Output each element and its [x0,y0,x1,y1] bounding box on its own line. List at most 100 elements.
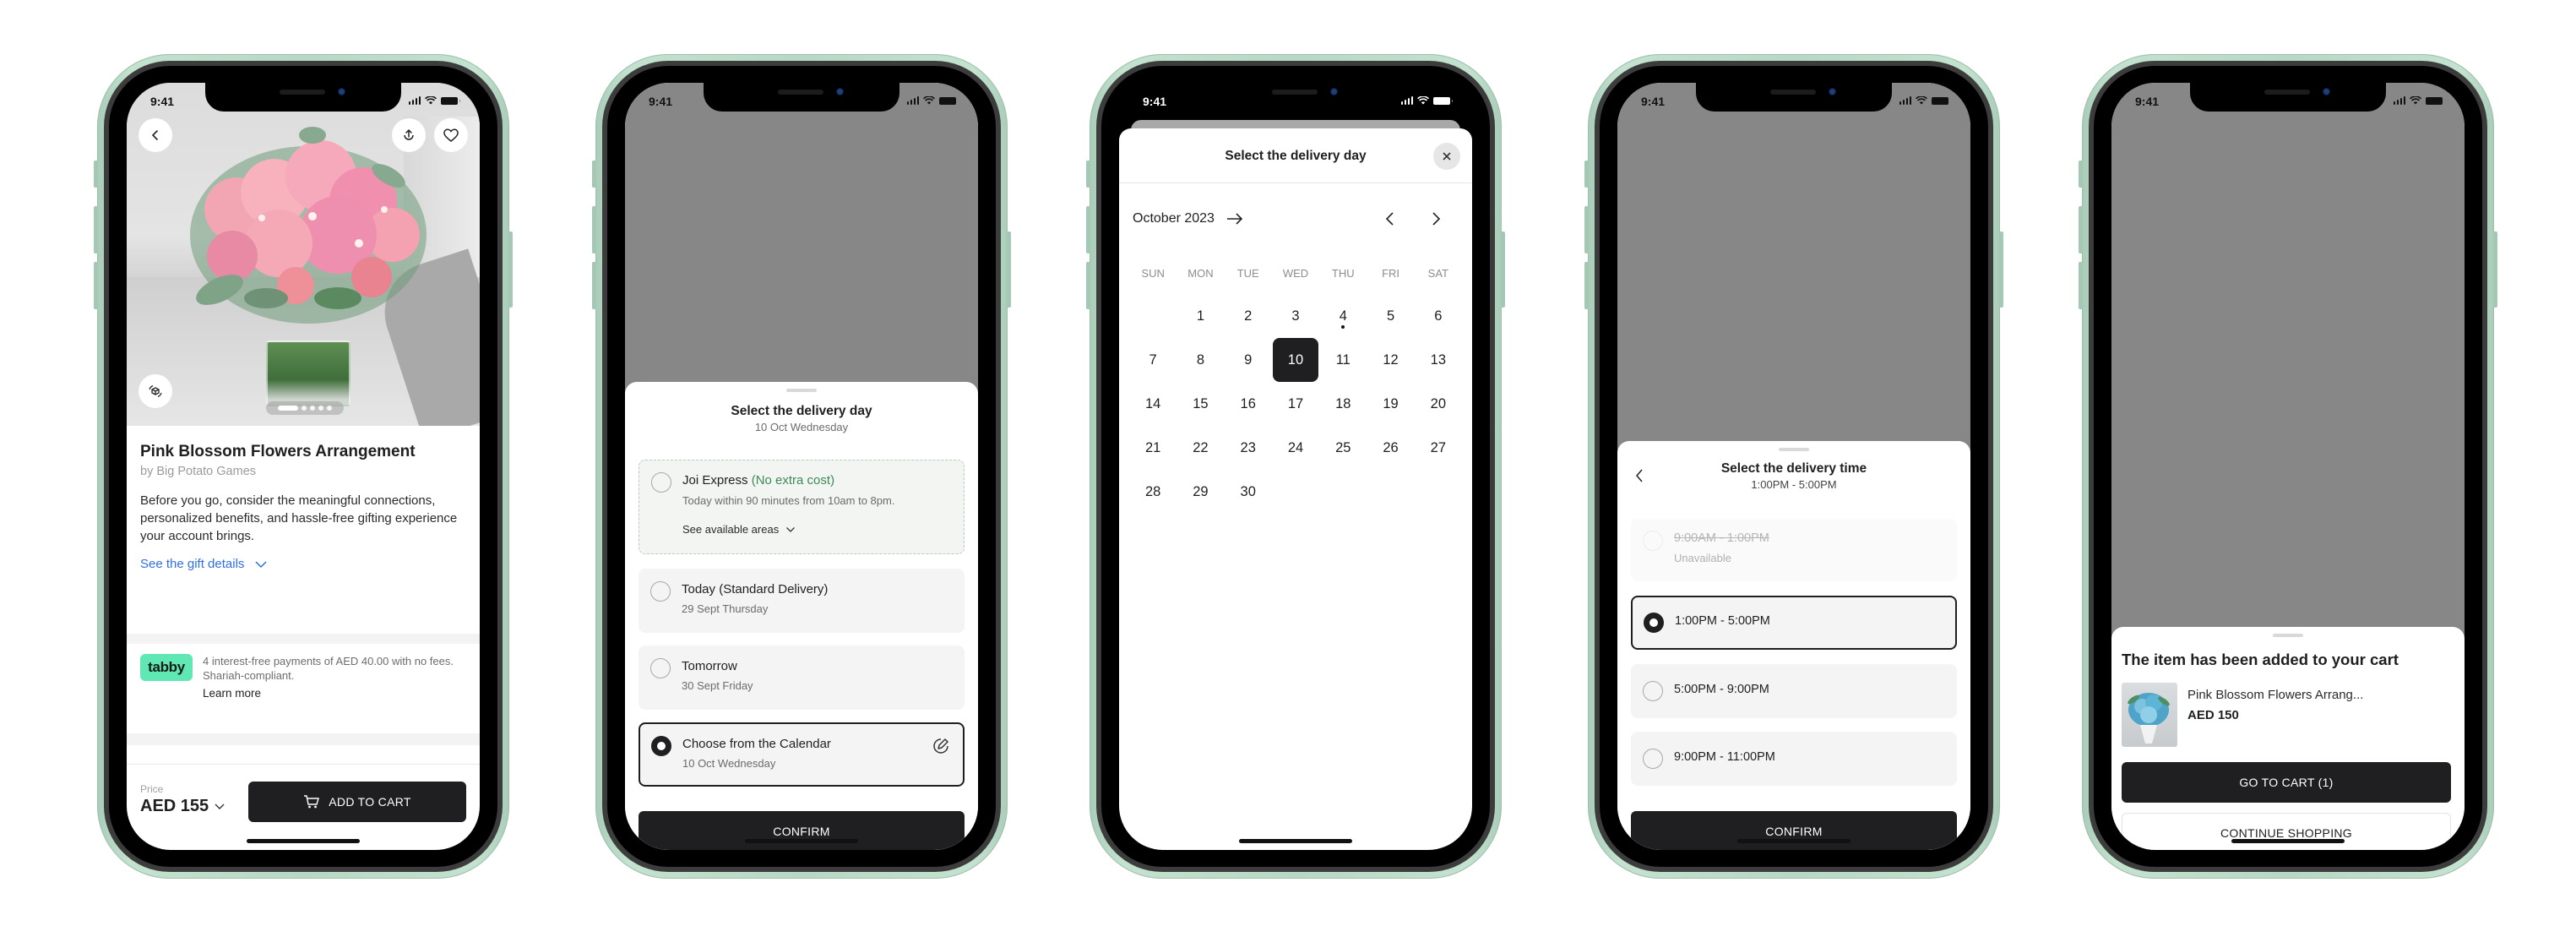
favorite-button[interactable] [434,118,468,152]
calendar-day[interactable]: 5 [1367,294,1414,338]
see-available-areas-link[interactable]: See available areas [682,523,796,536]
calendar-day-number: 9 [1244,351,1253,368]
radio-button-selected[interactable] [651,736,671,756]
calendar-day[interactable]: 16 [1225,382,1272,426]
calendar-day[interactable]: 25 [1319,426,1367,470]
weekday-label: WED [1282,267,1309,280]
home-indicator [1239,839,1352,843]
calendar-day-number: 16 [1240,395,1256,411]
calendar-day[interactable]: 1 [1177,294,1224,338]
price-selector[interactable]: AED 155 [140,797,226,816]
added-to-cart-sheet: The item has been added to your cart Pin… [2111,627,2465,850]
screen: 9:41 The item has been added to your car… [2111,83,2465,850]
delivery-option-tomorrow[interactable]: Tomorrow 30 Sept Friday [639,645,965,710]
calendar-day[interactable]: 30 [1225,470,1272,514]
wifi-icon [1916,96,1927,105]
month-selector[interactable]: October 2023 [1133,211,1243,226]
tabby-learn-more-link[interactable]: Learn more [203,686,456,700]
calendar-day[interactable]: 28 [1129,470,1177,514]
delivery-option-calendar[interactable]: Choose from the Calendar 10 Oct Wednesda… [639,722,965,787]
signal-icon [408,96,421,105]
battery-icon [939,96,959,105]
calendar-day[interactable]: 23 [1225,426,1272,470]
calendar-day[interactable]: 21 [1129,426,1177,470]
calendar-day[interactable]: 26 [1367,426,1414,470]
gift-details-link[interactable]: See the gift details [140,557,466,571]
calendar-day[interactable]: 12 [1367,338,1414,382]
calendar-day-number: 28 [1144,483,1161,499]
power-button [1501,232,1505,308]
add-to-cart-button[interactable]: ADD TO CART [248,782,466,822]
calendar-day[interactable]: 3 [1272,294,1319,338]
calendar-day[interactable]: 24 [1272,426,1319,470]
delivery-option-today[interactable]: Today (Standard Delivery) 29 Sept Thursd… [639,569,965,633]
calendar-day-number: 24 [1287,439,1304,455]
home-indicator [1737,839,1850,843]
calendar-day[interactable]: 14 [1129,382,1177,426]
weekday-label: FRI [1382,267,1400,280]
calendar-day[interactable]: 29 [1177,470,1224,514]
radio-button[interactable] [650,658,671,678]
chevron-down-icon [255,560,267,568]
calendar-day[interactable]: 15 [1177,382,1224,426]
calendar-day[interactable]: 19 [1367,382,1414,426]
time-slot-unavailable: 9:00AM - 1:00PM Unavailable [1631,519,1957,581]
time-slot[interactable]: 5:00PM - 9:00PM [1631,664,1957,718]
cart-item-name: Pink Blossom Flowers Arrang... [2187,688,2364,702]
sheet-grabber[interactable] [2273,634,2303,637]
back-button[interactable] [139,118,172,152]
time-slot[interactable]: 9:00PM - 11:00PM [1631,732,1957,786]
sheet-grabber[interactable] [1779,448,1809,451]
sheet-grabber[interactable] [786,389,817,392]
option-badge: (No extra cost) [751,473,835,488]
go-to-cart-button[interactable]: GO TO CART (1) [2122,762,2451,803]
calendar-day[interactable]: 8 [1177,338,1224,382]
volume-down-button [2079,262,2083,309]
carousel-indicator[interactable] [266,401,344,415]
header-divider [1119,182,1472,183]
delivery-option-joi-express[interactable]: Joi Express (No extra cost) Today within… [639,460,965,554]
continue-shopping-button[interactable]: CONTINUE SHOPPING [2122,813,2451,850]
calendar-day[interactable]: 27 [1415,426,1462,470]
radio-button-selected[interactable] [1644,613,1664,633]
home-indicator [745,839,858,843]
next-month-icon[interactable] [1430,211,1442,226]
calendar-day[interactable]: 13 [1415,338,1462,382]
calendar-day[interactable]: 7 [1129,338,1177,382]
confirm-button[interactable]: CONFIRM [639,811,965,850]
calendar-day[interactable]: 4 [1319,294,1367,338]
share-icon [404,128,414,140]
time-slot-selected[interactable]: 1:00PM - 5:00PM [1631,596,1957,650]
share-button[interactable] [392,118,426,152]
calendar-day[interactable]: 9 [1225,338,1272,382]
radio-button[interactable] [1643,681,1663,701]
product-image[interactable] [127,83,480,426]
close-button[interactable] [1433,143,1460,170]
notch [205,83,401,112]
radio-button[interactable] [650,581,671,602]
calendar-day[interactable]: 2 [1225,294,1272,338]
previous-month-icon[interactable] [1384,211,1396,226]
calendar-day[interactable]: 11 [1319,338,1367,382]
calendar-day[interactable]: 20 [1415,382,1462,426]
calendar-day-number: 2 [1244,308,1253,324]
signal-icon [906,96,919,105]
radio-button[interactable] [1643,749,1663,769]
calendar-day-number: 20 [1430,395,1447,411]
slot-label: 9:00PM - 11:00PM [1674,750,1775,764]
edit-icon[interactable] [931,736,951,756]
confirm-button[interactable]: CONFIRM [1631,811,1957,850]
option-title: Today (Standard Delivery) [682,582,829,596]
calendar-day-selected[interactable]: 10 [1272,338,1319,382]
price-label: Price [140,783,164,795]
status-time: 9:41 [1641,95,1666,108]
calendar-day[interactable]: 18 [1319,382,1367,426]
screen: 9:41 Pink Blossom Flowers Arrangement by… [127,83,480,850]
calendar-day[interactable]: 6 [1415,294,1462,338]
radio-button[interactable] [651,472,671,493]
calendar-day[interactable]: 17 [1272,382,1319,426]
calendar-day[interactable]: 22 [1177,426,1224,470]
ar-view-button[interactable] [139,374,172,408]
price-value: AED 155 [140,797,209,815]
continue-shopping-label: CONTINUE SHOPPING [2220,826,2352,840]
